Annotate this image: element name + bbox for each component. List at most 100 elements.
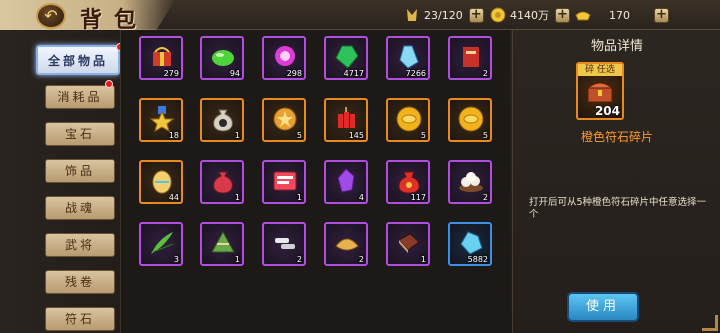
item-slot[interactable]: 1 xyxy=(200,160,244,204)
item-count: 5 xyxy=(482,131,488,140)
star-medal-icon xyxy=(149,106,175,132)
silver-bars-icon xyxy=(275,238,295,249)
bamboo-leaf-icon xyxy=(151,232,174,254)
item-slot[interactable]: 3 xyxy=(139,222,183,266)
book-icon xyxy=(398,233,420,253)
ice-crystal-icon xyxy=(460,231,483,255)
tab-label: 全部物品 xyxy=(47,54,108,68)
item-count: 2 xyxy=(482,193,488,202)
star-coin-icon xyxy=(273,107,297,131)
item-slot[interactable]: 1 xyxy=(386,222,430,266)
notification-dot xyxy=(105,80,113,88)
selected-item-slot: 碎 任选 204 xyxy=(576,62,624,120)
back-button[interactable]: ↶ xyxy=(36,3,66,29)
corner-ornament xyxy=(702,315,718,331)
item-count: 279 xyxy=(163,69,179,78)
item-count: 1 xyxy=(234,255,240,264)
tab-label: 宝石 xyxy=(64,127,95,141)
item-description: 打开后可从5种橙色符石碎片中任意选择一个 xyxy=(529,197,707,220)
tab-all-items[interactable]: 全部物品 xyxy=(36,45,120,75)
item-slot[interactable]: 279 xyxy=(139,36,183,80)
zongzi-icon xyxy=(211,230,235,253)
item-count: 1 xyxy=(234,131,240,140)
ingot-add-button[interactable]: + xyxy=(654,7,669,23)
item-count: 298 xyxy=(286,69,302,78)
item-slot[interactable]: 2 xyxy=(448,36,492,80)
item-count: 4 xyxy=(358,193,364,202)
item-count: 1 xyxy=(234,193,240,202)
item-count: 18 xyxy=(168,131,179,140)
coin-pouch-icon xyxy=(213,109,233,132)
selected-item-count: 204 xyxy=(594,104,620,118)
bag-capacity-icon xyxy=(407,9,417,21)
item-count: 7266 xyxy=(405,69,426,78)
ingot-resource: 170 + xyxy=(575,6,669,24)
use-button[interactable]: 使用 xyxy=(567,292,639,322)
bag-expand-button[interactable]: + xyxy=(468,7,484,23)
item-count: 117 xyxy=(410,193,426,202)
item-slot[interactable]: 145 xyxy=(324,98,368,142)
item-slot[interactable]: 44 xyxy=(139,160,183,204)
category-sidebar: 全部物品 消耗品 宝石 饰品 战魂 武将 残卷 符石 xyxy=(0,30,124,333)
item-count: 44 xyxy=(168,193,179,202)
bag-capacity: 23/120 + xyxy=(404,6,484,24)
item-count: 1 xyxy=(420,255,426,264)
tab-war-souls[interactable]: 战魂 xyxy=(45,196,115,220)
tab-label: 饰品 xyxy=(64,164,95,178)
item-slot[interactable]: 1 xyxy=(262,160,306,204)
card-ticket-icon xyxy=(273,171,297,191)
tab-consumables[interactable]: 消耗品 xyxy=(45,85,115,109)
item-slot[interactable]: 2 xyxy=(448,160,492,204)
gold-value: 4140万 xyxy=(510,9,549,22)
item-slot[interactable]: 117 xyxy=(386,160,430,204)
pink-orb-icon xyxy=(275,46,295,66)
item-detail-panel: 物品详情 碎 任选 204 橙色符石碎片 打开后可从5种橙色符石碎片中任意选择一… xyxy=(512,30,720,333)
treasure-chest-icon xyxy=(586,82,614,103)
item-grid: 279 94 298 4717 7266 2 18 1 5 145 5 5 44… xyxy=(120,30,510,333)
bag-screen: { "header": { "title": "背包", "back_icon"… xyxy=(0,0,720,333)
item-slot[interactable]: 4717 xyxy=(324,36,368,80)
item-slot[interactable]: 5 xyxy=(386,98,430,142)
item-slot[interactable]: 5 xyxy=(448,98,492,142)
tab-accessories[interactable]: 饰品 xyxy=(45,159,115,183)
tab-runestones[interactable]: 符石 xyxy=(45,307,115,331)
gold-coin-icon xyxy=(396,106,422,132)
item-slot[interactable]: 2 xyxy=(262,222,306,266)
tab-label: 残卷 xyxy=(64,275,95,289)
item-count: 145 xyxy=(348,131,364,140)
item-count: 2 xyxy=(358,255,364,264)
item-slot[interactable]: 298 xyxy=(262,36,306,80)
item-count: 4717 xyxy=(343,69,364,78)
item-slot[interactable]: 5 xyxy=(262,98,306,142)
detail-title: 物品详情 xyxy=(590,39,643,54)
tab-label: 战魂 xyxy=(64,201,95,215)
green-gem-icon xyxy=(335,45,359,69)
dumpling-icon xyxy=(335,238,359,251)
item-slot[interactable]: 1 xyxy=(200,98,244,142)
tab-gems[interactable]: 宝石 xyxy=(45,122,115,146)
item-count: 1 xyxy=(296,193,302,202)
item-slot[interactable]: 2 xyxy=(324,222,368,266)
item-count: 94 xyxy=(229,69,240,78)
red-gift-box-icon xyxy=(153,47,171,66)
item-slot[interactable]: 4 xyxy=(324,160,368,204)
tab-fragments[interactable]: 残卷 xyxy=(45,270,115,294)
tab-label: 武将 xyxy=(64,238,95,252)
gold-coin-icon xyxy=(490,7,506,23)
tab-generals[interactable]: 武将 xyxy=(45,233,115,257)
item-count: 5 xyxy=(296,131,302,140)
item-slot[interactable]: 1 xyxy=(200,222,244,266)
item-slot[interactable]: 7266 xyxy=(386,36,430,80)
item-count: 2 xyxy=(482,69,488,78)
bag-capacity-value: 23/120 xyxy=(424,8,463,22)
item-name: 橙色符石碎片 xyxy=(580,130,653,144)
purple-crystal-icon xyxy=(337,168,355,193)
tab-label: 符石 xyxy=(64,312,95,326)
lucky-bag-icon xyxy=(398,171,420,194)
gold-add-button[interactable]: + xyxy=(555,7,570,23)
item-slot[interactable]: 18 xyxy=(139,98,183,142)
item-slot[interactable]: 94 xyxy=(200,36,244,80)
item-slot[interactable]: 5882 xyxy=(448,222,492,266)
ingot-value: 170 xyxy=(609,8,630,22)
red-bag-icon xyxy=(213,171,233,194)
